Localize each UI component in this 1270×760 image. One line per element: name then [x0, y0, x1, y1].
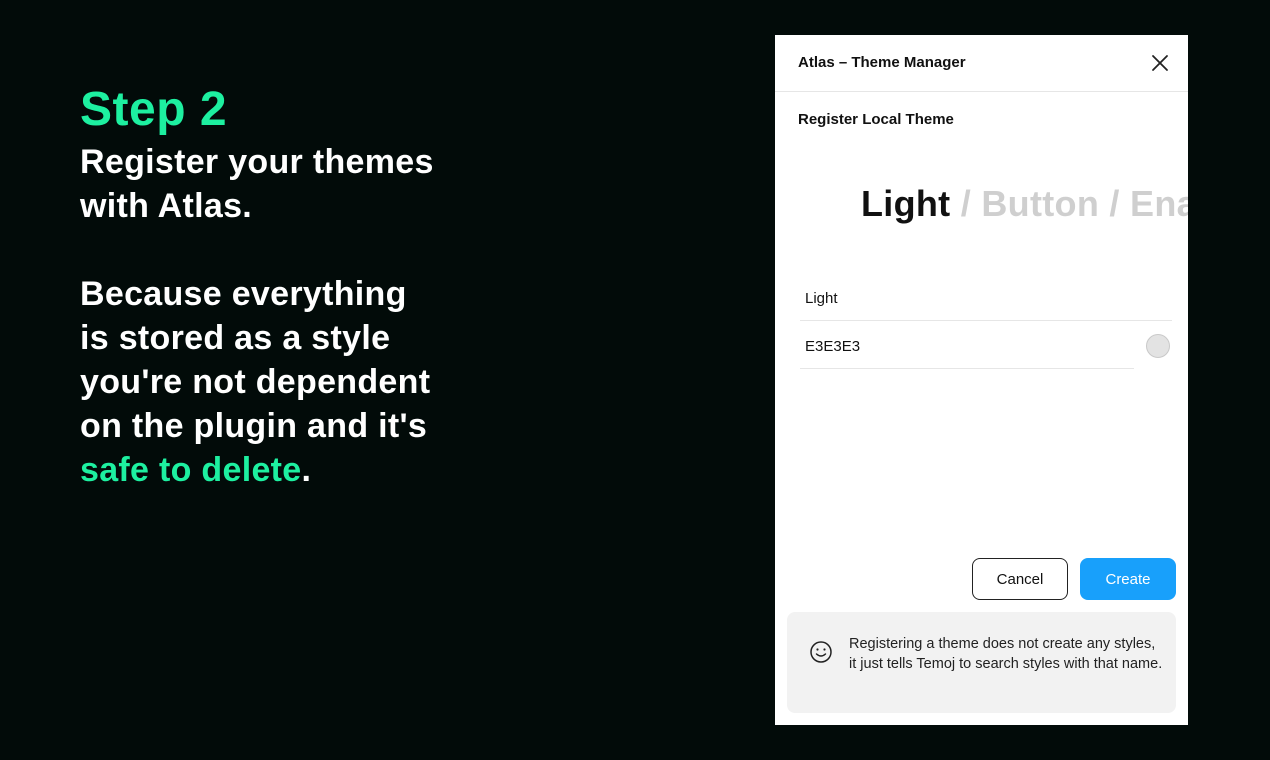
- promo-body-line-4: on the plugin and it's: [80, 407, 428, 445]
- close-button[interactable]: [1146, 49, 1174, 77]
- promo-copy: Step 2 Register your themes with Atlas. …: [80, 80, 500, 492]
- close-icon: [1152, 55, 1168, 71]
- promo-body-line-5: safe to delete.: [80, 448, 500, 492]
- window-title: Atlas – Theme Manager: [798, 54, 966, 71]
- theme-name-field: [800, 277, 1172, 321]
- color-swatch[interactable]: [1146, 334, 1170, 358]
- promo-heading-line-2: with Atlas.: [80, 187, 253, 225]
- promo-spacer: [80, 228, 500, 272]
- theme-manager-window: Atlas – Theme Manager Register Local The…: [775, 35, 1188, 725]
- section-title: Register Local Theme: [798, 111, 954, 128]
- promo-highlight: safe to delete: [80, 451, 302, 489]
- theme-color-input[interactable]: [800, 325, 1134, 368]
- preview-style-path: / Button / Enab: [960, 183, 1188, 224]
- theme-color-field: [800, 325, 1134, 369]
- promo-body-line-2: is stored as a style: [80, 319, 391, 357]
- theme-name-input[interactable]: [800, 277, 1172, 320]
- preview-theme-name: Light: [861, 183, 951, 224]
- promo-heading-line-1: Register your themes: [80, 143, 434, 181]
- promo-body-line-3: you're not dependent: [80, 363, 431, 401]
- create-button[interactable]: Create: [1080, 558, 1176, 600]
- step-title: Step 2: [80, 83, 228, 136]
- window-titlebar: Atlas – Theme Manager: [775, 35, 1188, 92]
- notice-text: Registering a theme does not create any …: [849, 636, 1163, 672]
- style-name-preview: Light / Button / Enab: [861, 183, 1188, 225]
- promo-body-line-1: Because everything: [80, 275, 407, 313]
- info-notice: Registering a theme does not create any …: [787, 612, 1176, 713]
- cancel-button[interactable]: Cancel: [972, 558, 1068, 600]
- promo-trailing-period: .: [301, 451, 312, 489]
- smiley-icon: [810, 641, 832, 663]
